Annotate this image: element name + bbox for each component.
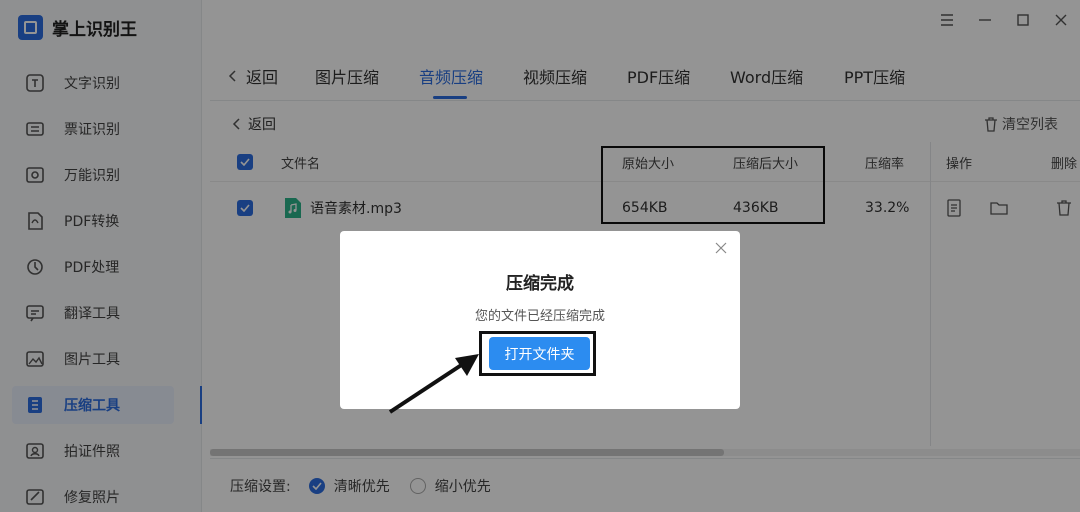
dialog-title: 压缩完成 bbox=[506, 274, 574, 294]
open-folder-button[interactable]: 打开文件夹 bbox=[489, 337, 590, 370]
close-icon[interactable] bbox=[712, 239, 730, 257]
annotation-arrow-icon bbox=[388, 354, 479, 414]
dialog-message: 您的文件已经压缩完成 bbox=[474, 309, 605, 324]
